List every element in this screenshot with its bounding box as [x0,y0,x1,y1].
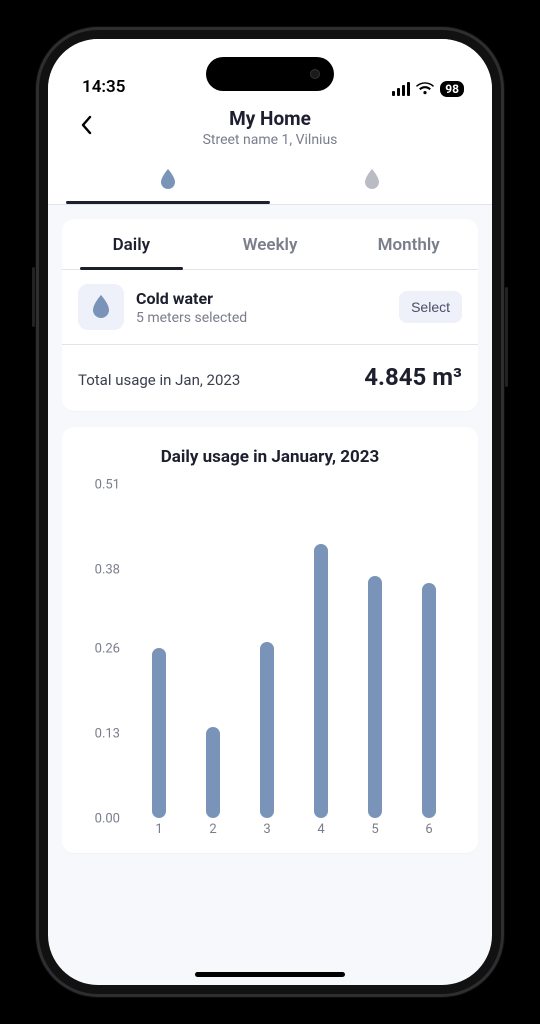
chart-bar[interactable] [422,583,436,818]
chart-bar[interactable] [314,544,328,818]
y-tick-label: 0.00 [95,812,120,827]
x-tick-label: 4 [314,822,328,844]
hot-water-drop-tab[interactable] [270,158,474,204]
period-tabs: DailyWeeklyMonthly [62,219,478,270]
y-tick-label: 0.51 [95,478,120,493]
x-tick-label: 1 [152,822,166,844]
meter-type-tabs [66,158,474,204]
status-time: 14:35 [82,77,125,97]
battery-badge: 98 [440,81,464,97]
select-meters-button[interactable]: Select [399,291,462,323]
back-button[interactable] [72,111,100,139]
y-tick-label: 0.38 [95,563,120,578]
content-area: DailyWeeklyMonthly Cold water 5 meters s… [48,205,492,985]
summary-card: DailyWeeklyMonthly Cold water 5 meters s… [62,219,478,411]
chevron-left-icon [79,115,93,135]
period-tab-monthly[interactable]: Monthly [339,219,478,269]
chart-y-axis: 0.000.130.260.380.51 [78,485,126,845]
phone-frame: 14:35 98 My Home Street name 1, Vilnius [36,27,504,997]
app-header: My Home Street name 1, Vilnius [48,97,492,204]
period-tab-weekly[interactable]: Weekly [201,219,340,269]
meter-selector-row: Cold water 5 meters selected Select [62,270,478,345]
chart-title: Daily usage in January, 2023 [78,447,462,467]
x-tick-label: 5 [368,822,382,844]
x-tick-label: 2 [206,822,220,844]
meter-title: Cold water [136,289,387,308]
page-title: My Home [66,107,474,130]
x-tick-label: 6 [422,822,436,844]
page-subtitle: Street name 1, Vilnius [66,132,474,148]
hot-water-drop-icon [363,168,381,190]
screen: 14:35 98 My Home Street name 1, Vilnius [48,39,492,985]
camera-dot-icon [310,69,320,79]
cellular-signal-icon [392,82,410,96]
home-indicator[interactable] [195,972,345,977]
chart-card: Daily usage in January, 2023 0.00 0.13 0.2… [62,427,478,853]
y-tick-label: 0.26 [95,641,120,656]
cold-water-drop-icon [78,284,124,330]
chart-bar[interactable] [206,727,220,818]
period-tab-daily[interactable]: Daily [62,219,201,269]
chart-x-axis: 1 2 3 4 5 6 [126,822,462,844]
total-usage-label: Total usage in Jan, 2023 [78,371,240,389]
cold-water-drop-icon [159,168,177,190]
total-usage-row: Total usage in Jan, 2023 4.845 m³ [62,345,478,411]
wifi-icon [416,82,434,96]
meter-subtitle: 5 meters selected [136,310,387,326]
total-usage-value: 4.845 m³ [364,363,462,391]
chart-bar[interactable] [152,648,166,818]
chart-bar[interactable] [260,642,274,818]
chart-bar[interactable] [368,576,382,818]
bar-chart: 0.000.130.260.380.51 123456 [78,485,462,845]
cold-water-drop-tab[interactable] [66,158,270,204]
dynamic-island [206,57,334,91]
y-tick-label: 0.13 [95,726,120,741]
chart-plot-area: 1 2 3 4 5 6 [126,485,462,845]
x-tick-label: 3 [260,822,274,844]
